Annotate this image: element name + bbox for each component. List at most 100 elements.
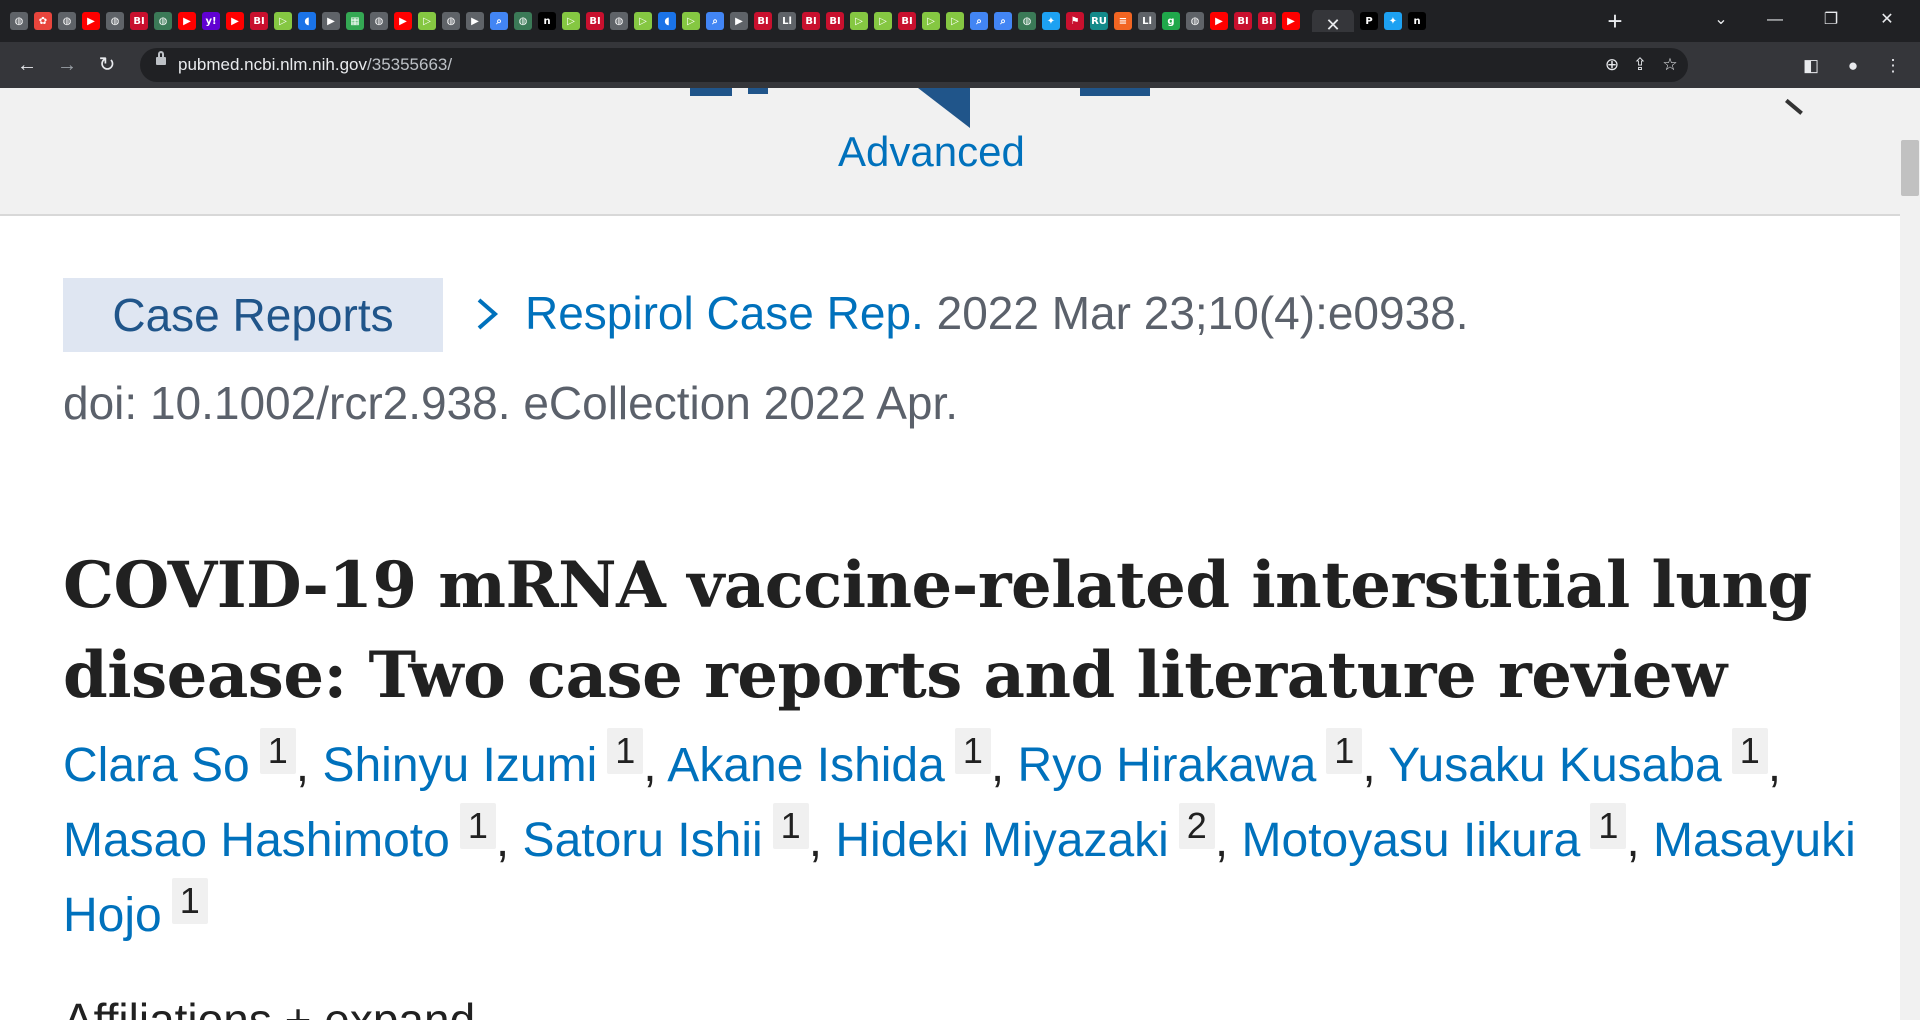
side-panel-icon[interactable]: ◧: [1800, 55, 1822, 77]
youtube-icon[interactable]: ▶: [1210, 12, 1228, 30]
bi-icon[interactable]: BI: [898, 12, 916, 30]
search-icon[interactable]: ⌕: [970, 12, 988, 30]
profile-icon[interactable]: ●: [1842, 55, 1864, 77]
p-icon[interactable]: P: [1360, 12, 1378, 30]
menu-icon[interactable]: ⋮: [1882, 55, 1904, 77]
tab-search-icon[interactable]: ⌄: [1698, 0, 1744, 42]
new-tab-button[interactable]: +: [1600, 6, 1630, 36]
affiliation-marker[interactable]: 1: [607, 728, 644, 774]
feed-icon[interactable]: ≡: [1114, 12, 1132, 30]
author-link[interactable]: Masao Hashimoto: [63, 814, 450, 867]
globe-icon[interactable]: ◍: [154, 12, 172, 30]
author-link[interactable]: Akane Ishida: [667, 739, 945, 792]
rumble-icon[interactable]: ▷: [682, 12, 700, 30]
author-link[interactable]: Hideki Miyazaki: [835, 814, 1168, 867]
share-icon[interactable]: ⇪: [1628, 53, 1652, 77]
affiliation-marker[interactable]: 1: [459, 803, 496, 849]
globe-icon[interactable]: ◍: [442, 12, 460, 30]
publication-type-badge[interactable]: Case Reports: [63, 278, 443, 352]
rumble-icon[interactable]: ▷: [274, 12, 292, 30]
search-icon[interactable]: ⌕: [706, 12, 724, 30]
affiliation-marker[interactable]: 1: [259, 728, 296, 774]
bookmark-icon[interactable]: ▶: [466, 12, 484, 30]
globe-icon[interactable]: ◍: [10, 12, 28, 30]
rumble-icon[interactable]: ▷: [850, 12, 868, 30]
affiliation-marker[interactable]: 1: [171, 878, 208, 924]
rumble-icon[interactable]: ▷: [922, 12, 940, 30]
youtube-icon[interactable]: ▶: [178, 12, 196, 30]
bi-icon[interactable]: BI: [130, 12, 148, 30]
search-icon[interactable]: ⌕: [490, 12, 508, 30]
n-icon[interactable]: n: [1408, 12, 1426, 30]
active-tab-close-icon[interactable]: ✕: [1312, 10, 1354, 32]
author-link[interactable]: Clara So: [63, 739, 250, 792]
globe-icon[interactable]: ◍: [106, 12, 124, 30]
affiliation-marker[interactable]: 2: [1178, 803, 1215, 849]
bookmark-icon[interactable]: ▶: [322, 12, 340, 30]
author-link[interactable]: Yusaku Kusaba: [1388, 739, 1722, 792]
n-icon[interactable]: n: [538, 12, 556, 30]
bi-icon[interactable]: BI: [826, 12, 844, 30]
youtube-icon[interactable]: ▶: [226, 12, 244, 30]
globe-icon[interactable]: ◍: [370, 12, 388, 30]
journal-link[interactable]: Respirol Case Rep.: [525, 287, 924, 339]
shield-icon[interactable]: ◖: [298, 12, 316, 30]
affiliation-marker[interactable]: 1: [1590, 803, 1627, 849]
author-link[interactable]: Shinyu Izumi: [322, 739, 597, 792]
zoom-icon[interactable]: ⊕: [1600, 53, 1624, 77]
back-icon[interactable]: ←: [12, 50, 42, 80]
rumble-icon[interactable]: ▷: [874, 12, 892, 30]
restore-icon[interactable]: ❐: [1808, 0, 1854, 42]
forward-icon[interactable]: →: [52, 50, 82, 80]
ll-icon[interactable]: Ll: [1138, 12, 1156, 30]
author-link[interactable]: Ryo Hirakawa: [1018, 739, 1317, 792]
affiliation-marker[interactable]: 1: [772, 803, 809, 849]
map-icon[interactable]: ▦: [346, 12, 364, 30]
affiliation-marker[interactable]: 1: [954, 728, 991, 774]
globe-icon[interactable]: ◍: [514, 12, 532, 30]
twitter-icon[interactable]: ✦: [1384, 12, 1402, 30]
bi-icon[interactable]: BI: [250, 12, 268, 30]
rumble-icon[interactable]: ▷: [418, 12, 436, 30]
globe-icon[interactable]: ◍: [58, 12, 76, 30]
g-icon[interactable]: g: [1162, 12, 1180, 30]
affiliations-toggle[interactable]: Affiliations + expand: [63, 993, 475, 1020]
bi-icon[interactable]: BI: [1258, 12, 1276, 30]
youtube-icon[interactable]: ▶: [1282, 12, 1300, 30]
close-window-icon[interactable]: ✕: [1864, 0, 1910, 42]
twitter-icon[interactable]: ✦: [1042, 12, 1060, 30]
rumble-icon[interactable]: ▷: [634, 12, 652, 30]
youtube-icon[interactable]: ▶: [394, 12, 412, 30]
bookmark-icon[interactable]: ▶: [730, 12, 748, 30]
globe-icon[interactable]: ◍: [1186, 12, 1204, 30]
author-link[interactable]: Satoru Ishii: [523, 814, 763, 867]
author-link[interactable]: Motoyasu Iikura: [1242, 814, 1581, 867]
advanced-search-link[interactable]: Advanced: [838, 128, 1025, 176]
globe-icon[interactable]: ◍: [1018, 12, 1036, 30]
bookmark-star-icon[interactable]: ☆: [1658, 53, 1682, 77]
rumble-icon[interactable]: ▷: [946, 12, 964, 30]
scrollbar-track[interactable]: [1900, 88, 1920, 1020]
scrollbar-thumb[interactable]: [1901, 140, 1919, 196]
bi-icon[interactable]: BI: [802, 12, 820, 30]
ru-icon[interactable]: RU: [1090, 12, 1108, 30]
bi-icon[interactable]: BI: [586, 12, 604, 30]
bi-icon[interactable]: BI: [1234, 12, 1252, 30]
search-icon[interactable]: ⌕: [994, 12, 1012, 30]
lock-icon[interactable]: [156, 51, 166, 65]
youtube-icon[interactable]: ▶: [82, 12, 100, 30]
affiliation-marker[interactable]: 1: [1731, 728, 1768, 774]
pinwheel-icon[interactable]: ✿: [34, 12, 52, 30]
shield-icon[interactable]: ◖: [658, 12, 676, 30]
pubmed-logo[interactable]: [690, 88, 732, 96]
globe-icon[interactable]: ◍: [610, 12, 628, 30]
url-text[interactable]: pubmed.ncbi.nlm.nih.gov/35355663/: [178, 55, 452, 75]
affiliation-marker[interactable]: 1: [1326, 728, 1363, 774]
reload-icon[interactable]: ↻: [92, 50, 122, 80]
yahoo-icon[interactable]: y!: [202, 12, 220, 30]
ll-icon[interactable]: Ll: [778, 12, 796, 30]
bi-icon[interactable]: BI: [754, 12, 772, 30]
flag-icon[interactable]: ⚑: [1066, 12, 1084, 30]
address-bar[interactable]: pubmed.ncbi.nlm.nih.gov/35355663/ ⊕ ⇪ ☆: [140, 48, 1688, 82]
search-icon[interactable]: [1785, 91, 1810, 115]
